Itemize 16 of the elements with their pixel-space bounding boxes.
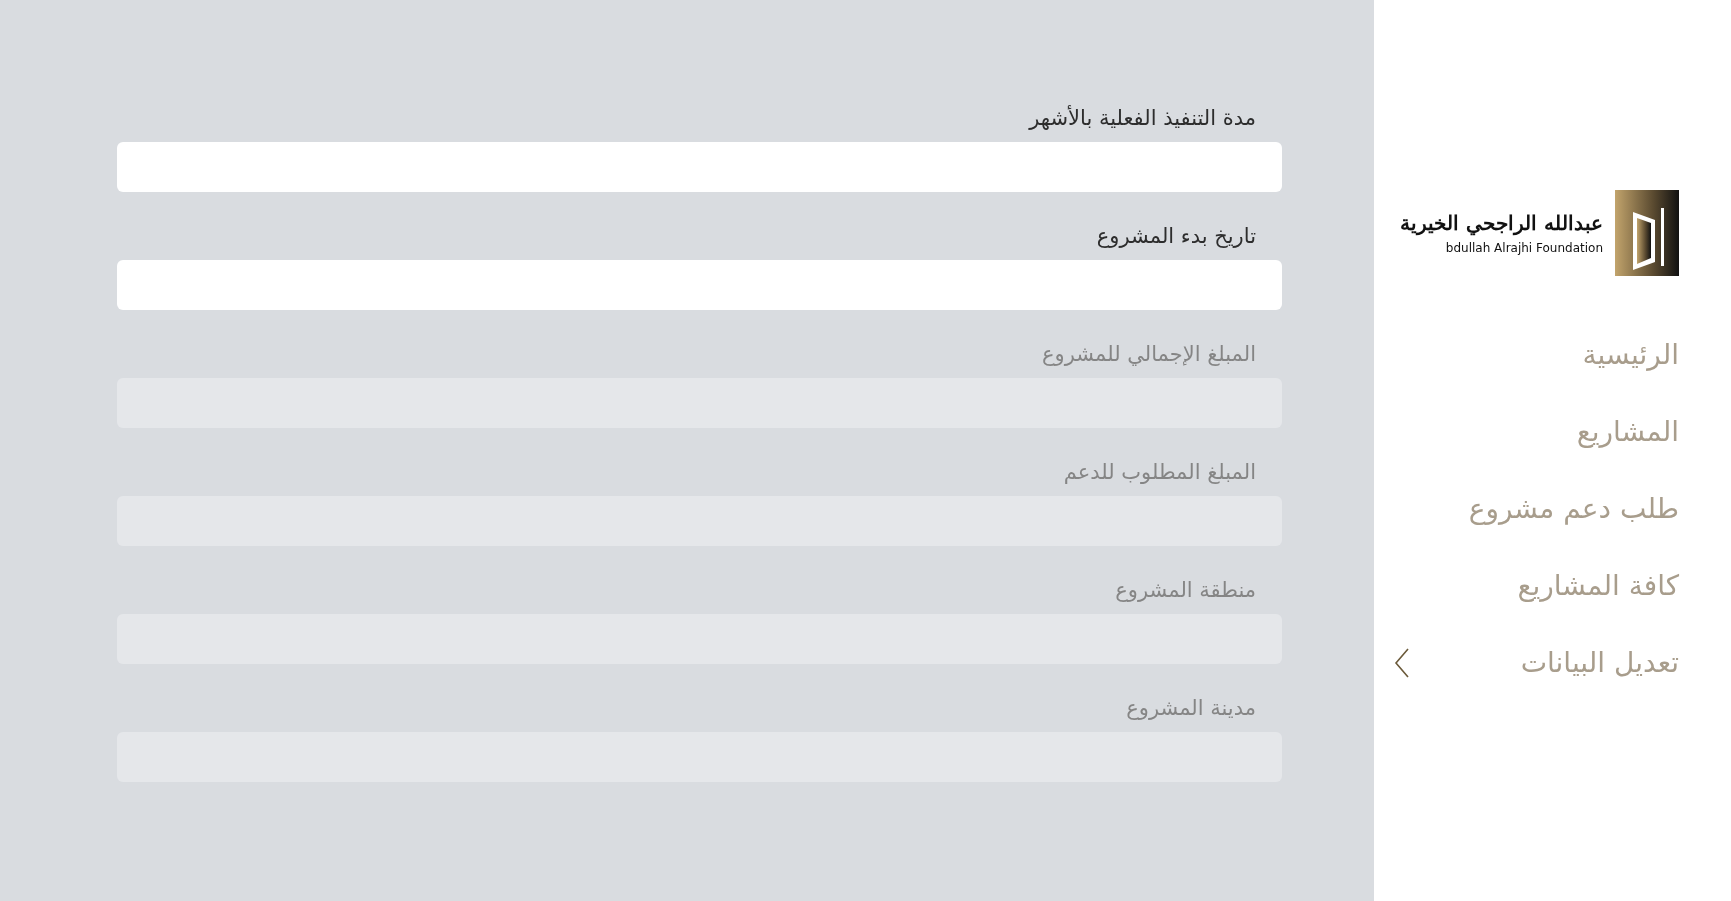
nav-link[interactable]: طلب دعم مشروع xyxy=(1394,492,1679,525)
field-label: منطقة المشروع xyxy=(1115,578,1257,604)
nav-link[interactable]: كافة المشاريع xyxy=(1394,569,1679,602)
field-label: مدة التنفيذ الفعلية بالأشهر xyxy=(1029,106,1257,132)
input-field[interactable] xyxy=(117,260,1282,310)
nav-link[interactable]: تعديل البيانات xyxy=(1394,646,1679,679)
door-logo-icon xyxy=(1615,190,1679,276)
logo-subtitle: bdullah Alrajhi Foundation xyxy=(1445,241,1603,255)
field-label: تاريخ بدء المشروع xyxy=(1096,224,1257,250)
field-label: المبلغ الإجمالي للمشروع xyxy=(1042,342,1257,368)
nav-link[interactable]: المشاريع xyxy=(1394,415,1679,448)
field-label: مدينة المشروع xyxy=(1126,696,1257,722)
nav-link[interactable]: الرئيسية xyxy=(1394,338,1679,371)
logo-text: عبدالله الراجحي الخيرية xyxy=(1400,211,1603,235)
input-field[interactable] xyxy=(117,142,1282,192)
field-label: المبلغ المطلوب للدعم xyxy=(1063,460,1257,486)
